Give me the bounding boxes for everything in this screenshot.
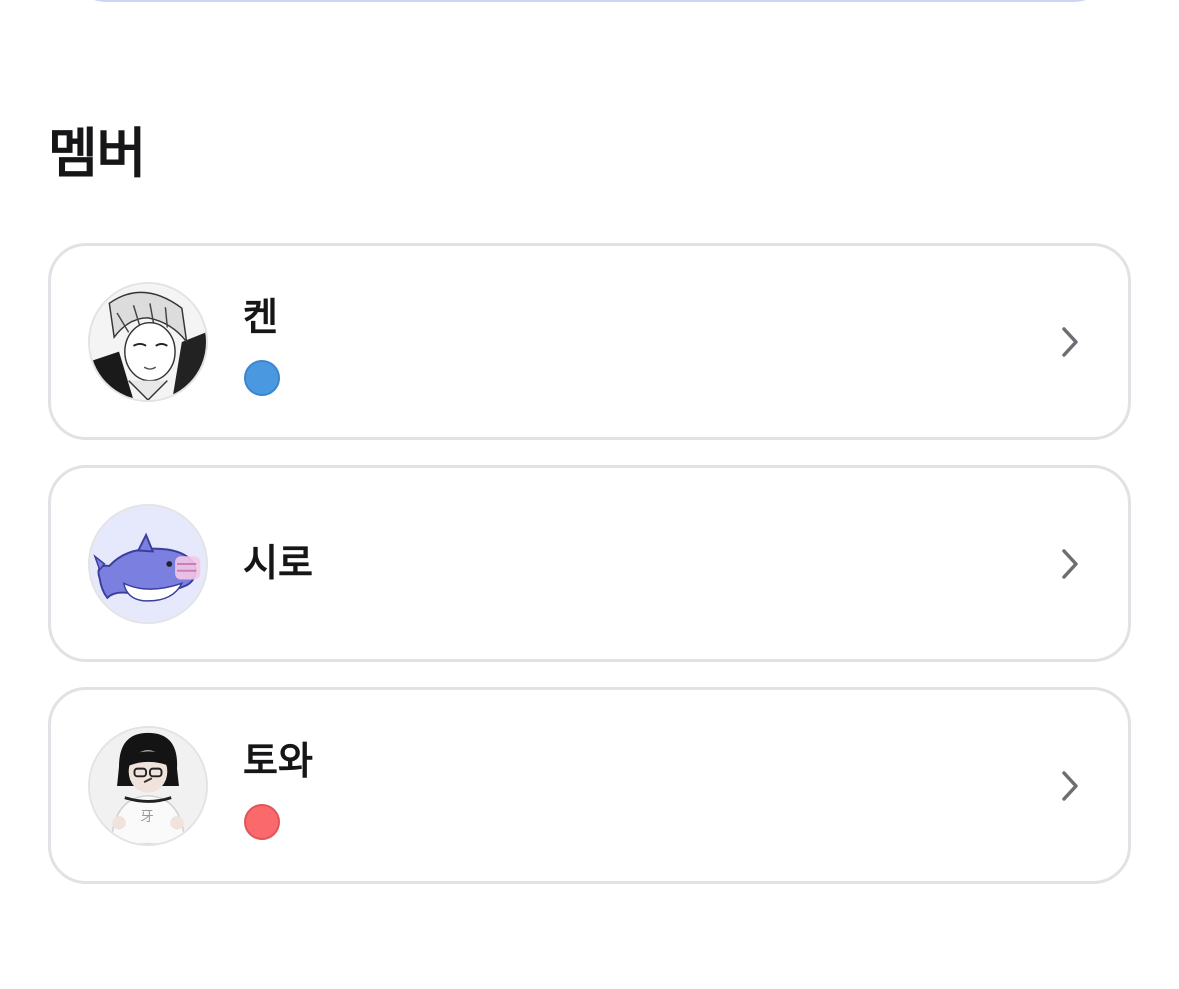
previous-card-edge: [70, 0, 1110, 2]
chevron-right-icon: [1060, 769, 1080, 803]
member-name: 토와: [243, 739, 313, 783]
member-card-ken[interactable]: 켄: [48, 243, 1131, 440]
member-color-dot: [244, 804, 280, 840]
member-card-shiro[interactable]: 시로: [48, 465, 1131, 662]
chevron-right-icon: [1060, 325, 1080, 359]
purple-shark-avatar-icon: [88, 504, 208, 624]
manga-portrait-avatar-icon: [88, 282, 208, 402]
person-photo-avatar-icon: 牙: [88, 726, 208, 846]
member-name: 켄: [243, 295, 278, 339]
member-card-towa[interactable]: 牙 토와: [48, 687, 1131, 884]
member-color-dot: [244, 360, 280, 396]
chevron-right-icon: [1060, 547, 1080, 581]
member-name: 시로: [243, 541, 313, 585]
section-title: 멤버: [48, 122, 146, 185]
member-list: 켄 시로 牙 토와: [48, 243, 1131, 909]
svg-text:牙: 牙: [140, 809, 154, 825]
